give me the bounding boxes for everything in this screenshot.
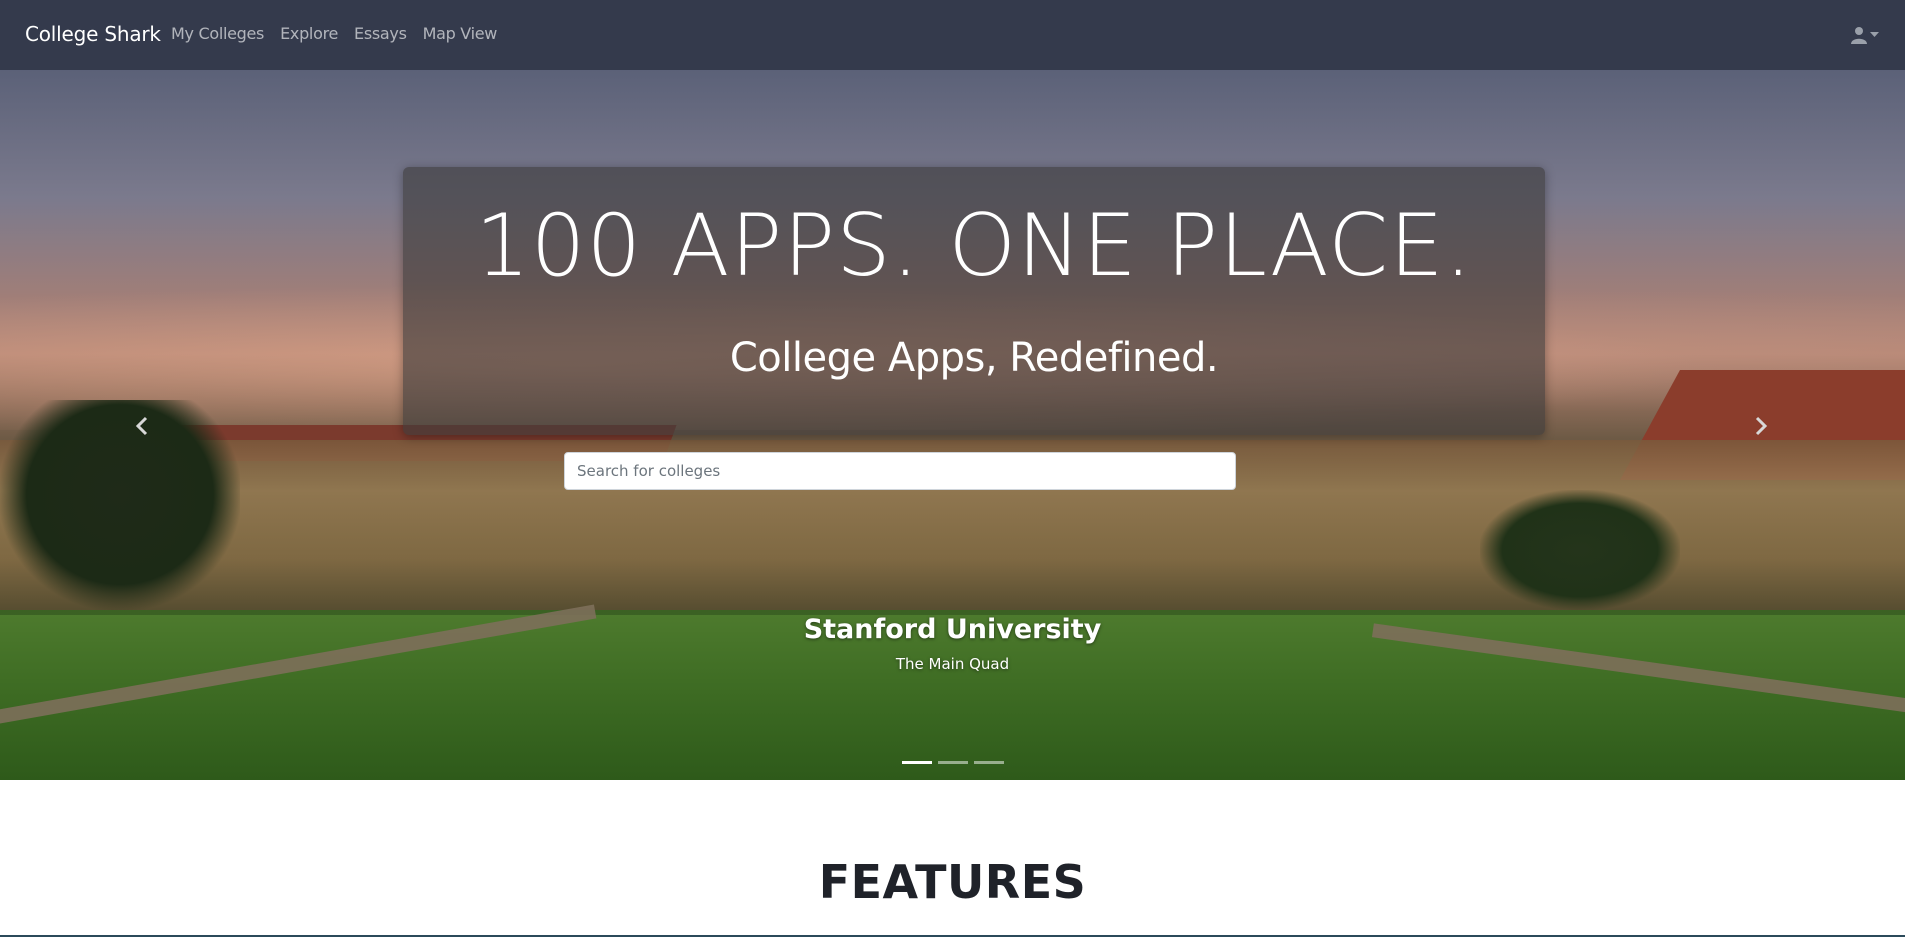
carousel-indicator-3[interactable] (973, 761, 1004, 764)
nav-link-map-view[interactable]: Map View (423, 24, 498, 43)
user-icon (1851, 26, 1867, 44)
carousel-indicators (0, 761, 1905, 764)
caret-down-icon (1870, 32, 1879, 38)
carousel-next-button[interactable] (1746, 413, 1776, 443)
hero-title: 100 APPS. ONE PLACE. (475, 196, 1473, 296)
carousel-caption: Stanford University The Main Quad (0, 614, 1905, 673)
nav-link-essays[interactable]: Essays (354, 24, 407, 43)
nav-links: My Colleges Explore Essays Map View (171, 24, 497, 43)
nav-link-explore[interactable]: Explore (280, 24, 338, 43)
slide-subtitle: The Main Quad (895, 655, 1010, 673)
nav-link-my-colleges[interactable]: My Colleges (171, 24, 264, 43)
user-menu-toggle[interactable] (1851, 23, 1881, 47)
slide-title: Stanford University (803, 614, 1102, 645)
chevron-right-icon (1754, 416, 1768, 440)
hero-subtitle: College Apps, Redefined. (729, 335, 1219, 381)
navbar: College Shark My Colleges Explore Essays… (0, 0, 1905, 70)
features-heading: FEATURES (818, 855, 1087, 909)
hero-card: 100 APPS. ONE PLACE. College Apps, Redef… (403, 167, 1545, 435)
carousel-indicator-2[interactable] (937, 761, 968, 764)
carousel-prev-button[interactable] (127, 413, 157, 443)
hero-tree-right (1480, 490, 1680, 610)
hero-carousel: 100 APPS. ONE PLACE. College Apps, Redef… (0, 70, 1905, 780)
college-search-input[interactable] (564, 452, 1236, 490)
chevron-left-icon (135, 416, 149, 440)
carousel-indicator-1[interactable] (901, 761, 932, 764)
hero-tree-left (0, 400, 240, 610)
brand-link[interactable]: College Shark (25, 22, 161, 46)
